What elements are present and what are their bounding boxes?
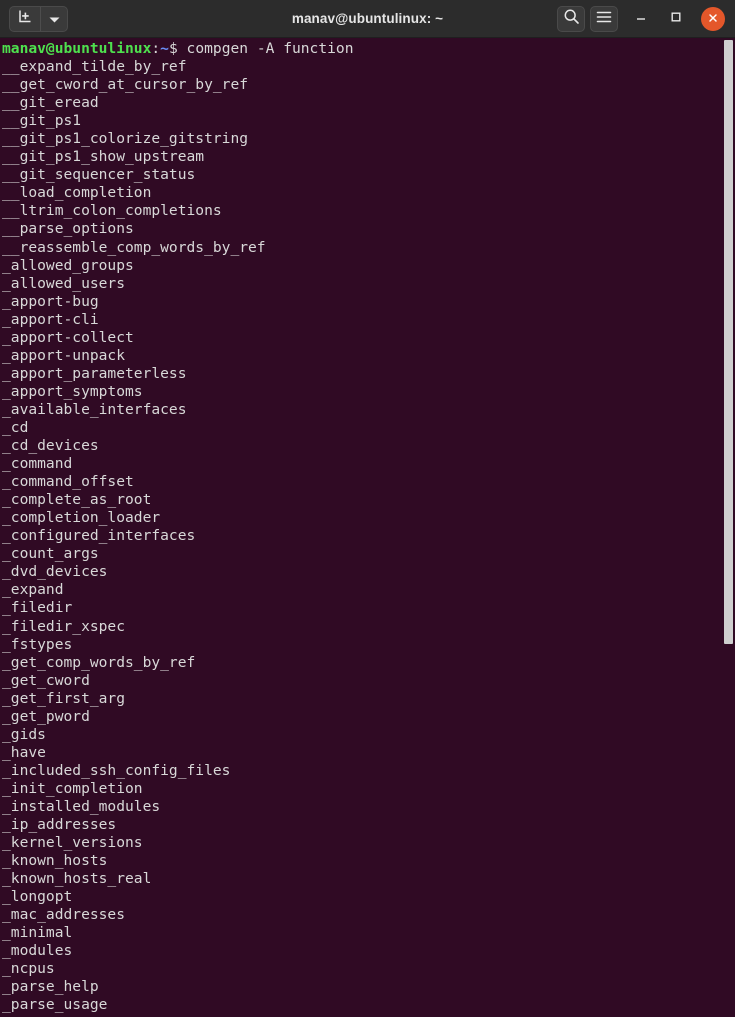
terminal-output-line: _init_completion [2, 779, 143, 797]
terminal-output-line: _filedir_xspec [2, 617, 126, 635]
new-tab-button[interactable] [10, 7, 40, 31]
terminal-output-line: __get_cword_at_cursor_by_ref [2, 76, 249, 94]
chevron-down-icon [49, 9, 60, 28]
terminal-output-line: _apport-cli [2, 310, 99, 328]
titlebar: manav@ubuntulinux: ~ [0, 0, 735, 38]
terminal-output-line: _parse_usage [2, 996, 108, 1014]
new-tab-button-group [9, 5, 68, 32]
terminal-output-line: _ncpus [2, 960, 55, 978]
terminal-output-line: _command_offset [2, 473, 134, 491]
terminal-output-line: __ltrim_colon_completions [2, 202, 222, 220]
close-icon [707, 9, 719, 28]
terminal-output-line: _apport-unpack [2, 346, 126, 364]
search-icon [563, 8, 580, 29]
terminal-output-line: _modules [2, 942, 73, 960]
terminal-content-area[interactable]: manav@ubuntulinux:~$ compgen -A function… [0, 38, 735, 1017]
terminal-output-line: _get_cword [2, 671, 90, 689]
terminal-output-line: _available_interfaces [2, 400, 187, 418]
terminal-output-line: _apport_parameterless [2, 364, 187, 382]
hamburger-menu-icon [596, 9, 612, 28]
terminal-output-line: __load_completion [2, 184, 152, 202]
terminal-text-buffer: manav@ubuntulinux:~$ compgen -A function… [0, 38, 735, 1015]
terminal-output-line: _allowed_groups [2, 256, 134, 274]
terminal-output-line: _kernel_versions [2, 834, 143, 852]
terminal-output-line: _mac_addresses [2, 906, 126, 924]
prompt-colon: : [151, 40, 161, 57]
terminal-output-line: _cd_devices [2, 437, 99, 455]
titlebar-left-controls [9, 5, 68, 32]
terminal-output-line: _apport-collect [2, 328, 134, 346]
terminal-output-line: __reassemble_comp_words_by_ref [2, 238, 266, 256]
terminal-output-line: _cd [2, 418, 29, 436]
terminal-prompt-line: manav@ubuntulinux:~$ compgen -A function [2, 40, 735, 58]
maximize-button[interactable] [661, 4, 691, 34]
prompt-dollar: $ [168, 40, 178, 57]
new-tab-icon [17, 8, 34, 29]
prompt-path: ~ [160, 40, 169, 57]
terminal-output-line: _expand [2, 581, 64, 599]
terminal-scrollbar-thumb[interactable] [724, 40, 733, 644]
close-button[interactable] [701, 6, 725, 31]
terminal-output-line: _gids [2, 725, 46, 743]
prompt-command: compgen -A function [177, 40, 354, 57]
terminal-output-line: __git_ps1_colorize_gitstring [2, 130, 249, 148]
terminal-output-line: _known_hosts [2, 852, 108, 870]
terminal-output-line: _allowed_users [2, 274, 126, 292]
maximize-icon [669, 9, 683, 28]
search-button[interactable] [557, 5, 585, 32]
terminal-output-line: _longopt [2, 888, 73, 906]
terminal-output-line: _get_pword [2, 707, 90, 725]
terminal-output-line: __git_ps1 [2, 112, 82, 130]
terminal-output-line: _completion_loader [2, 509, 161, 527]
terminal-output-line: _known_hosts_real [2, 870, 152, 888]
titlebar-right-controls [557, 4, 727, 34]
terminal-scrollbar[interactable] [721, 38, 735, 1017]
terminal-output-line: __git_ps1_show_upstream [2, 148, 205, 166]
terminal-window: manav@ubuntulinux: ~ manav@ubuntulinux:~… [0, 0, 735, 1017]
terminal-output-line: __git_sequencer_status [2, 166, 196, 184]
terminal-output-line: _complete_as_root [2, 491, 152, 509]
minimize-icon [634, 9, 648, 28]
terminal-output-line: _dvd_devices [2, 563, 108, 581]
terminal-output-line: _apport-bug [2, 292, 99, 310]
terminal-output-lines: __expand_tilde_by_ref __get_cword_at_curs… [2, 58, 735, 1014]
terminal-output-line: _get_first_arg [2, 689, 126, 707]
terminal-output-line: _apport_symptoms [2, 382, 143, 400]
terminal-output-line: _have [2, 743, 46, 761]
terminal-output-line: __git_eread [2, 94, 99, 112]
terminal-output-line: _parse_help [2, 978, 99, 996]
minimize-button[interactable] [626, 4, 656, 34]
new-tab-dropdown-button[interactable] [40, 6, 67, 31]
terminal-output-line: _installed_modules [2, 797, 161, 815]
terminal-output-line: _get_comp_words_by_ref [2, 653, 196, 671]
terminal-output-line: _ip_addresses [2, 816, 117, 834]
prompt-user-host: manav@ubuntulinux [2, 40, 152, 57]
terminal-output-line: _filedir [2, 599, 73, 617]
terminal-output-line: _configured_interfaces [2, 527, 196, 545]
terminal-output-line: __parse_options [2, 220, 134, 238]
terminal-output-line: _included_ssh_config_files [2, 761, 231, 779]
terminal-output-line: _count_args [2, 545, 99, 563]
menu-button[interactable] [590, 5, 618, 32]
terminal-output-line: _fstypes [2, 635, 73, 653]
terminal-output-line: _minimal [2, 924, 73, 942]
terminal-output-line: _command [2, 455, 73, 473]
terminal-output-line: __expand_tilde_by_ref [2, 58, 187, 76]
